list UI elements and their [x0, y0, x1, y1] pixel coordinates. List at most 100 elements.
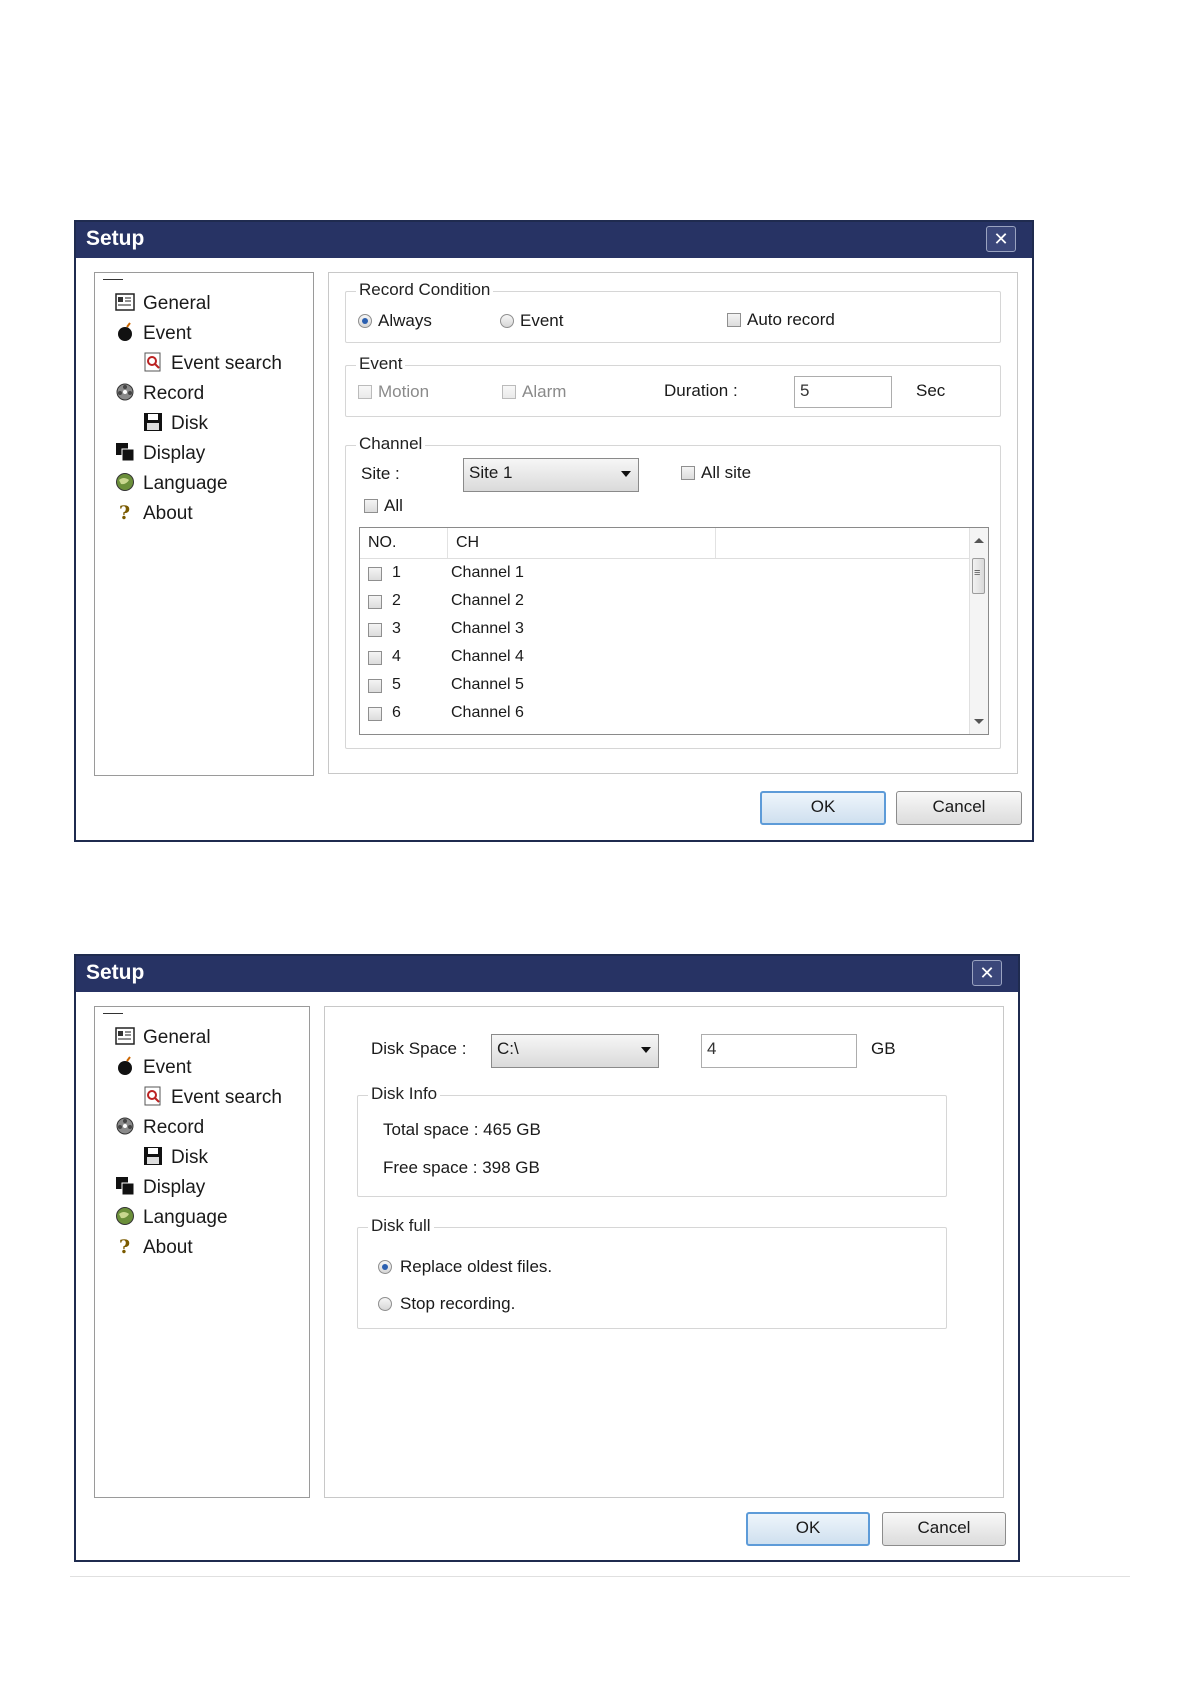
nav-item-general[interactable]: General	[115, 291, 211, 317]
channel-group: Channel Site : Site 1 All site All NO. C…	[345, 434, 1001, 749]
cancel-button[interactable]: Cancel	[882, 1512, 1006, 1546]
disk-select-value: C:\	[497, 1039, 519, 1058]
all-site-label: All site	[701, 463, 752, 482]
stop-recording-radio[interactable]	[378, 1297, 392, 1311]
always-label: Always	[378, 311, 432, 330]
site-select[interactable]: Site 1	[463, 458, 639, 492]
all-channels-label: All	[384, 496, 403, 515]
general-icon	[115, 292, 135, 312]
scroll-up-icon[interactable]	[974, 538, 984, 543]
motion-checkbox[interactable]	[358, 385, 372, 399]
nav-item-disk[interactable]: Disk	[143, 411, 208, 437]
nav-item-event-search[interactable]: Event search	[143, 1085, 282, 1111]
channel-checkbox[interactable]	[368, 623, 382, 637]
nav-label: Display	[143, 1177, 206, 1198]
nav-item-event-search[interactable]: Event search	[143, 351, 282, 377]
auto-record-label: Auto record	[747, 310, 835, 329]
cancel-button[interactable]: Cancel	[896, 791, 1022, 825]
disk-space-label: Disk Space :	[371, 1039, 467, 1058]
group-label: Record Condition	[356, 280, 494, 300]
close-button[interactable]: ✕	[972, 960, 1002, 986]
table-row[interactable]: 5 Channel 5	[360, 674, 970, 699]
dialog-title: Setup	[86, 961, 145, 984]
dialog-title-bar[interactable]: Setup	[76, 956, 1018, 992]
table-row[interactable]: 2 Channel 2	[360, 590, 970, 615]
replace-oldest-radio[interactable]	[378, 1260, 392, 1274]
general-icon	[115, 1026, 135, 1046]
table-row[interactable]: 6 Channel 6	[360, 702, 970, 727]
group-label: Event	[356, 354, 406, 374]
record-film-icon	[115, 382, 135, 402]
column-header-ch[interactable]: CH	[448, 528, 716, 558]
nav-label: About	[143, 1237, 193, 1258]
dialog-title-bar[interactable]: Setup	[76, 222, 1032, 258]
all-channels-checkbox[interactable]	[364, 499, 378, 513]
tree-root-line	[103, 1013, 123, 1014]
table-row[interactable]: 1 Channel 1	[360, 562, 970, 587]
channel-name: Channel 5	[451, 676, 524, 693]
nav-item-about[interactable]: ? About	[115, 501, 193, 527]
nav-item-general[interactable]: General	[115, 1025, 211, 1051]
list-scrollbar[interactable]	[969, 528, 988, 734]
auto-record-checkbox[interactable]	[727, 313, 741, 327]
nav-item-record[interactable]: Record	[115, 381, 204, 407]
column-header-no[interactable]: NO.	[360, 528, 448, 558]
motion-label: Motion	[378, 382, 430, 401]
nav-item-event[interactable]: Event	[115, 321, 192, 347]
channel-checkbox[interactable]	[368, 707, 382, 721]
nav-item-language[interactable]: Language	[115, 471, 228, 497]
nav-label: Event search	[171, 1087, 282, 1108]
record-settings-panel: Record Condition Always Event Auto recor…	[328, 272, 1018, 774]
nav-item-display[interactable]: Display	[115, 1175, 205, 1201]
channel-checkbox[interactable]	[368, 651, 382, 665]
event-group: Event Motion Alarm Duration : 5 Sec	[345, 354, 1001, 417]
channel-no: 6	[392, 704, 401, 721]
display-icon	[115, 1176, 135, 1196]
always-radio[interactable]	[358, 314, 372, 328]
ok-button[interactable]: OK	[746, 1512, 870, 1546]
channel-name: Channel 2	[451, 592, 524, 609]
record-condition-group: Record Condition Always Event Auto recor…	[345, 280, 1001, 343]
disk-size-input[interactable]: 4	[701, 1034, 857, 1068]
event-bomb-icon	[115, 1056, 135, 1076]
dialog-title: Setup	[86, 227, 145, 250]
scroll-thumb[interactable]	[972, 558, 985, 594]
group-label: Disk full	[368, 1216, 434, 1236]
replace-oldest-label: Replace oldest files.	[400, 1257, 553, 1276]
nav-label: Display	[143, 443, 206, 464]
duration-label: Duration :	[664, 381, 738, 400]
close-button[interactable]: ✕	[986, 226, 1016, 252]
language-globe-icon	[115, 472, 135, 492]
disk-floppy-icon	[143, 412, 163, 432]
scroll-down-icon[interactable]	[974, 719, 984, 724]
all-site-checkbox[interactable]	[681, 466, 695, 480]
list-header: NO. CH	[360, 528, 970, 559]
channel-checkbox[interactable]	[368, 567, 382, 581]
group-label: Disk Info	[368, 1084, 441, 1104]
nav-item-display[interactable]: Display	[115, 441, 205, 467]
nav-label: Disk	[171, 1147, 208, 1168]
nav-item-language[interactable]: Language	[115, 1205, 228, 1231]
table-row[interactable]: 4 Channel 4	[360, 646, 970, 671]
nav-item-record[interactable]: Record	[115, 1115, 204, 1141]
ok-button[interactable]: OK	[760, 791, 886, 825]
nav-item-event[interactable]: Event	[115, 1055, 192, 1081]
channel-name: Channel 3	[451, 620, 524, 637]
page-divider	[70, 1576, 1130, 1577]
disk-select[interactable]: C:\	[491, 1034, 659, 1068]
duration-input[interactable]: 5	[794, 376, 892, 408]
event-radio[interactable]	[500, 314, 514, 328]
channel-checkbox[interactable]	[368, 595, 382, 609]
close-icon: ✕	[993, 229, 1009, 249]
nav-label: Event	[143, 323, 192, 344]
channel-checkbox[interactable]	[368, 679, 382, 693]
channel-list: NO. CH 1 Channel 1 2 Channel 2 3 Channel…	[359, 527, 989, 735]
about-question-icon: ?	[115, 1236, 135, 1258]
alarm-checkbox[interactable]	[502, 385, 516, 399]
nav-item-disk[interactable]: Disk	[143, 1145, 208, 1171]
nav-label: Record	[143, 383, 205, 404]
nav-item-about[interactable]: ? About	[115, 1235, 193, 1261]
alarm-label: Alarm	[522, 382, 567, 401]
setup-nav-tree: General Event Event search Record Disk D…	[94, 272, 314, 776]
table-row[interactable]: 3 Channel 3	[360, 618, 970, 643]
